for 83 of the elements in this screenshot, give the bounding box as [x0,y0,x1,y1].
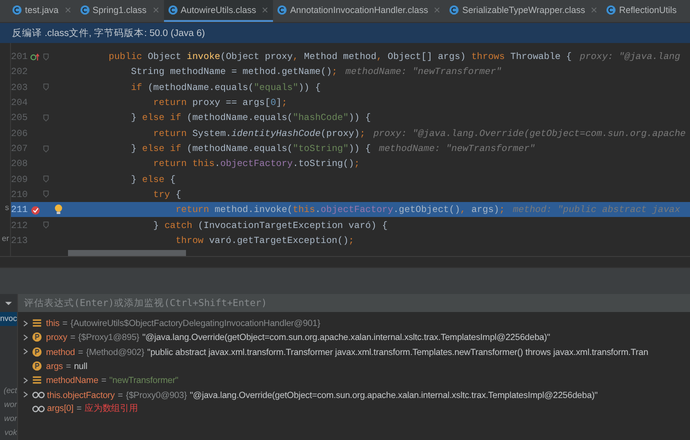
stack-frame[interactable]: wor [0,398,17,412]
line-number: 210 [11,188,29,200]
decompiled-notice-banner: 反编译 .class文件, 字节码版本: 50.0 (Java 6) [0,23,690,43]
fold-icon[interactable] [43,114,49,122]
variable-entry[interactable]: this.objectFactory = {$Proxy0@903} "@java.lang.Override(getObject=com.sun.org.apache.xalan.internal.xsltc.trax.TemplatesImpl@2256deba)" [47,390,598,400]
line-number: 206 [11,128,29,139]
code-line: } else if (methodName.equals("toString")) { methodName: "newTransformer" [130,143,536,154]
variable-entry[interactable]: args = null [46,361,88,372]
code-line: return this.objectFactory.toString(); [152,158,360,170]
expand-icon[interactable] [22,391,28,398]
editor-tab[interactable]: SerializableTypeWrapper.class [445,0,602,22]
variable-entry[interactable]: method = {Method@902} "public abstract javax.xml.transform.Transformer javax.xml.transform.Templates.newTransformer() throws javax.xml.transform.Tran [46,346,648,357]
variable-entry[interactable]: args[0] = 应为数组引用 [47,402,138,416]
parameter-icon [32,332,42,342]
close-icon[interactable] [152,7,159,13]
field-icon [32,375,42,386]
fold-icon[interactable] [43,221,49,230]
line-number: 204 [11,97,29,108]
fold-icon[interactable] [43,52,49,61]
code-line: try { [152,188,182,200]
line-number: 212 [11,220,29,231]
lightbulb-icon[interactable] [54,204,63,216]
expand-icon[interactable] [22,376,28,384]
line-number: 211 [11,204,29,216]
scrollbar-thumb[interactable] [68,250,186,256]
stack-frame[interactable]: nvoc [0,312,17,326]
fold-icon[interactable] [43,83,49,92]
caret-icon[interactable] [5,301,12,306]
fold-icon[interactable] [43,190,49,198]
expand-icon[interactable] [22,334,28,341]
class-file-icon [12,5,22,15]
variable-entry[interactable]: proxy = {$Proxy1@895} "@java.lang.Override(getObject=com.sun.org.apache.xalan.internal.xsltc.trax.TemplatesImpl@2256deba)" [46,332,550,342]
parameter-icon [32,361,42,372]
code-line: return proxy == args[0]; [152,97,288,108]
fold-icon[interactable] [43,175,49,184]
class-file-icon [277,5,288,15]
expand-icon[interactable] [22,348,28,356]
close-icon[interactable] [591,7,598,13]
stack-frame[interactable]: ect) [0,384,17,398]
class-file-icon [606,5,616,15]
stack-frame[interactable]: wor [0,412,17,426]
variable-entry[interactable]: this = {AutowireUtils$ObjectFactoryDelegatingInvocationHandler@901} [46,318,324,328]
editor-tab[interactable]: Spring1.class [76,0,164,22]
code-line: String methodName = method.getName(); methodName: "newTransformer" [130,66,502,78]
class-file-icon [168,5,178,15]
panel-text: er [2,234,9,243]
watch-icon [32,404,45,414]
evaluate-expression-field[interactable]: 评估表达式(Enter)或添加监视(Ctrl+Shift+Enter) [18,294,690,312]
line-number: 209 [11,174,29,185]
expand-icon[interactable] [22,320,28,327]
line-number: 208 [11,158,29,170]
line-number: 207 [11,143,29,154]
breakpoint-icon[interactable] [30,204,41,215]
code-line: } catch (InvocationTargetException varó) { [152,220,388,231]
line-number: 203 [11,82,29,93]
close-icon[interactable] [64,7,71,13]
code-line: return method.invoke(this.objectFactory.getObject(), args); method: "public abstract javax [174,204,680,216]
close-icon[interactable] [262,7,268,13]
variable-entry[interactable]: methodName = "newTransformer" [46,375,178,386]
code-line: } else if (methodName.equals("hashCode")) { [130,112,371,124]
code-line: return System.identityHashCode(proxy); proxy: "@java.lang.Override(getObject=com.sun.org.apache [152,128,686,139]
class-file-icon [80,5,90,15]
fold-icon[interactable] [43,144,49,153]
line-number: 201 [11,51,29,62]
panel-text: s [5,203,9,212]
field-icon [32,318,42,328]
editor-tab[interactable]: AnnotationInvocationHandler.class [273,0,446,22]
code-line: } else { [130,174,176,185]
code-line: if (methodName.equals("equals")) { [130,82,321,93]
code-line: public Object invoke(Object proxy, Method method, Object[] args) throws Throwable { proxy: "@java.lang [108,51,680,62]
line-number: 202 [11,66,29,78]
override-marker-icon[interactable] [30,52,41,62]
parameter-icon [32,346,42,357]
line-number: 205 [11,112,29,124]
class-file-icon [449,5,460,15]
watch-icon [32,390,45,400]
line-number: 213 [11,234,29,246]
stack-frame[interactable]: vok [0,426,17,440]
code-line: throw varó.getTargetException(); [174,234,354,246]
editor-tab[interactable]: test.java [8,0,76,22]
editor-tab[interactable]: ReflectionUtils [602,0,682,22]
close-icon[interactable] [434,7,440,13]
editor-tab[interactable]: AutowireUtils.class [164,0,274,22]
